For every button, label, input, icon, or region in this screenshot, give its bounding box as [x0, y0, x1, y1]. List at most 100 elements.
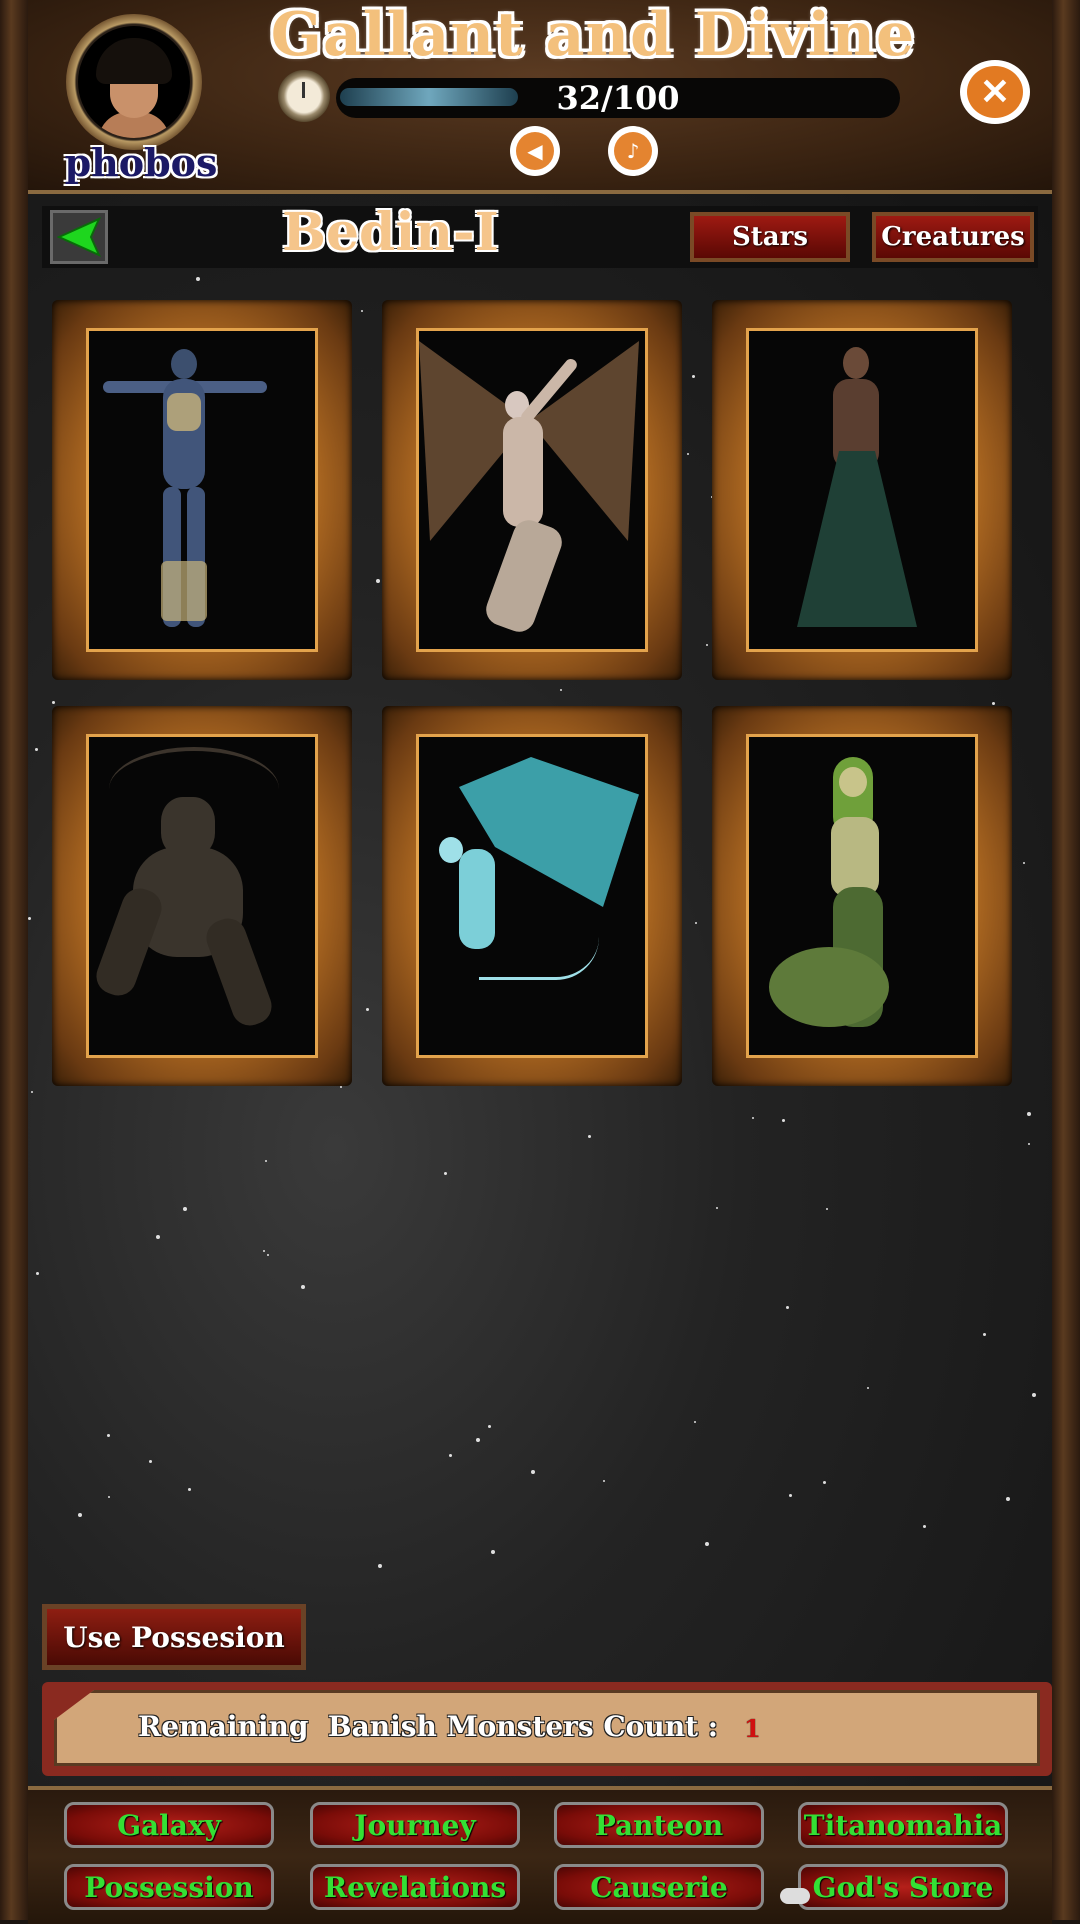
star-dot: [491, 1550, 495, 1554]
nav-causerie-button[interactable]: Causerie: [554, 1864, 764, 1910]
star-dot: [476, 1438, 480, 1442]
star-dot: [366, 1008, 369, 1011]
creatures-button[interactable]: Creatures: [872, 212, 1034, 262]
nav-gods-store-button[interactable]: God's Store: [798, 1864, 1008, 1910]
star-dot: [265, 1160, 267, 1162]
bottom-nav: Galaxy Journey Panteon Titanomahia Posse…: [28, 1786, 1052, 1924]
banish-count-value: 1: [744, 1714, 761, 1743]
star-dot: [488, 1425, 491, 1428]
star-dot: [183, 1207, 187, 1211]
star-dot: [149, 1460, 152, 1463]
left-frame: [0, 0, 28, 1920]
star-dot: [789, 1494, 792, 1497]
star-dot: [1023, 862, 1025, 864]
star-dot: [156, 1235, 160, 1239]
star-dot: [531, 1470, 535, 1474]
star-dot: [694, 1421, 696, 1423]
star-dot: [36, 1272, 39, 1275]
creature-card-blue-elf-warrior[interactable]: [52, 300, 352, 680]
back-arrow-icon: [57, 217, 101, 257]
star-dot: [983, 1333, 986, 1336]
star-dot: [716, 1207, 718, 1209]
star-dot: [340, 1086, 342, 1088]
star-dot: [376, 579, 380, 583]
nav-galaxy-button[interactable]: Galaxy: [64, 1802, 274, 1848]
star-dot: [923, 1525, 926, 1528]
star-dot: [267, 1254, 269, 1256]
creatures-area: Bedin-I Stars Creatures Use Possesion Re…: [28, 194, 1052, 1786]
back-button[interactable]: [50, 210, 108, 264]
close-icon: ✕: [967, 66, 1023, 118]
star-dot: [588, 1135, 591, 1138]
nav-titanomahia-button[interactable]: Titanomahia: [798, 1802, 1008, 1848]
avatar[interactable]: [78, 26, 190, 138]
nav-journey-button[interactable]: Journey: [310, 1802, 520, 1848]
star-dot: [361, 310, 363, 312]
star-dot: [378, 1564, 382, 1568]
star-dot: [188, 1488, 191, 1491]
speaker-icon: ◀: [516, 132, 554, 170]
star-dot: [107, 1434, 110, 1437]
star-dot: [782, 1119, 785, 1122]
energy-bar: 32/100: [336, 78, 900, 118]
nav-revelations-button[interactable]: Revelations: [310, 1864, 520, 1910]
avatar-frame[interactable]: [66, 14, 202, 150]
nav-panteon-button[interactable]: Panteon: [554, 1802, 764, 1848]
star-dot: [705, 1542, 709, 1546]
star-dot: [692, 375, 695, 378]
star-dot: [35, 748, 38, 751]
star-dot: [449, 1454, 452, 1457]
star-dot: [687, 453, 689, 455]
game-title: Gallant and Divine: [270, 0, 916, 70]
banish-count-label: Remaining Banish Monsters Count :: [138, 1710, 719, 1743]
use-possession-button[interactable]: Use Possesion: [42, 1604, 306, 1670]
star-dot: [263, 1250, 265, 1252]
toolbar: Bedin-I Stars Creatures: [42, 202, 1038, 268]
star-dot: [196, 277, 200, 281]
star-dot: [444, 1172, 447, 1175]
creature-image: [416, 328, 648, 652]
star-dot: [752, 1117, 754, 1119]
cloud-icon: [780, 1888, 810, 1904]
stars-button[interactable]: Stars: [690, 212, 850, 262]
star-dot: [826, 1208, 828, 1210]
star-dot: [31, 1091, 33, 1093]
creature-image: [416, 734, 648, 1058]
sound-button[interactable]: ◀: [510, 126, 560, 176]
banish-count-panel: Remaining Banish Monsters Count : 1: [42, 1682, 1052, 1776]
creature-image: [746, 328, 978, 652]
creature-card-green-gown-sorceress[interactable]: [712, 300, 1012, 680]
star-dot: [108, 1496, 110, 1498]
star-dot: [706, 644, 708, 646]
creature-card-teal-winged-spirit[interactable]: [382, 706, 682, 1086]
star-dot: [560, 689, 562, 691]
star-dot: [823, 1481, 826, 1484]
music-note-icon: ♪: [614, 132, 652, 170]
clock-icon: [278, 70, 330, 122]
creature-image: [746, 734, 978, 1058]
creature-card-wood-treant[interactable]: [52, 706, 352, 1086]
location-title: Bedin-I: [282, 202, 499, 263]
creature-card-winged-fairy[interactable]: [382, 300, 682, 680]
energy-text: 32/100: [556, 79, 680, 117]
star-dot: [1027, 1112, 1031, 1116]
star-dot: [78, 1513, 82, 1517]
close-button[interactable]: ✕: [960, 60, 1030, 124]
nav-possession-button[interactable]: Possession: [64, 1864, 274, 1910]
star-dot: [992, 702, 995, 705]
star-dot: [695, 922, 697, 924]
star-dot: [867, 1387, 869, 1389]
username: phobos: [64, 140, 218, 185]
header: phobos Gallant and Divine 32/100 ◀ ♪ ✕: [28, 0, 1052, 194]
star-dot: [1028, 1143, 1030, 1145]
star-dot: [52, 701, 55, 704]
star-dot: [786, 1306, 789, 1309]
star-dot: [28, 917, 31, 920]
star-dot: [301, 1285, 305, 1289]
star-dot: [1032, 1393, 1036, 1397]
creature-image: [86, 328, 318, 652]
right-frame: [1052, 0, 1080, 1920]
creature-card-serpent-woman[interactable]: [712, 706, 1012, 1086]
creature-image: [86, 734, 318, 1058]
music-button[interactable]: ♪: [608, 126, 658, 176]
